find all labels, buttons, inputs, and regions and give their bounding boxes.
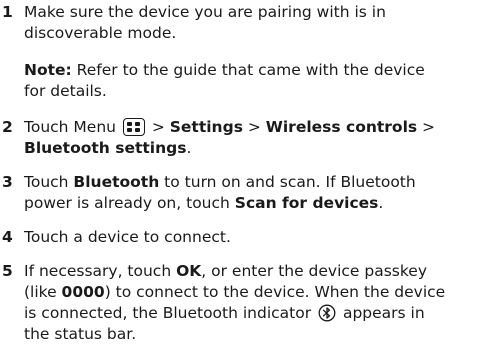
step-2-text-5: .	[186, 139, 192, 157]
step-2-text-1: Touch Menu	[24, 118, 121, 136]
step-number: 2	[2, 118, 13, 136]
step-5-text-6: appears in	[338, 304, 425, 322]
step-number: 5	[2, 262, 13, 280]
step-number: 4	[2, 228, 13, 246]
step-5: 5 If necessary, touch OK, or enter the d…	[0, 261, 478, 345]
instructions-document: 1 Make sure the device you are pairing w…	[0, 0, 483, 350]
step-5-text-3: (like	[24, 283, 62, 301]
step-5-text-5: is connected, the Bluetooth indicator	[24, 304, 317, 322]
step-4: 4 Touch a device to connect.	[0, 227, 478, 248]
step-3-text-4: .	[378, 194, 384, 212]
step-3-text-3: power is already on, touch	[24, 194, 235, 212]
bluetooth-label: Bluetooth	[73, 173, 160, 191]
note: Note: Refer to the guide that came with …	[0, 60, 478, 102]
step-number: 3	[2, 173, 13, 191]
step-number: 1	[2, 3, 13, 21]
step-1-line-2: discoverable mode.	[24, 24, 177, 42]
step-4-line-1: Touch a device to connect.	[24, 228, 231, 246]
step-5-text-1: If necessary, touch	[24, 262, 177, 280]
step-2-text-3: >	[242, 118, 266, 136]
step-5-text-4: ) to connect to the device. When the dev…	[104, 283, 446, 301]
step-3-text-2: to turn on and scan. If Bluetooth	[159, 173, 416, 191]
step-3: 3 Touch Bluetooth to turn on and scan. I…	[0, 172, 478, 214]
step-1-line-1: Make sure the device you are pairing wit…	[24, 3, 386, 21]
step-1: 1 Make sure the device you are pairing w…	[0, 2, 478, 44]
ok-label: OK	[176, 262, 202, 280]
menu-key-icon	[122, 118, 145, 136]
step-3-text-1: Touch	[24, 173, 74, 191]
step-5-text-2: , or enter the device passkey	[201, 262, 428, 280]
step-2-text-2: >	[146, 118, 170, 136]
bluetooth-settings-label: Bluetooth settings	[24, 139, 187, 157]
note-label: Note:	[24, 61, 72, 79]
step-5-text-7: the status bar.	[24, 325, 137, 343]
bluetooth-indicator-icon	[318, 304, 336, 322]
passkey-code: 0000	[61, 283, 105, 301]
scan-for-devices-label: Scan for devices	[234, 194, 379, 212]
note-text-1: Refer to the guide that came with the de…	[71, 61, 425, 79]
step-2: 2 Touch Menu > Settings > Wireless contr…	[0, 117, 478, 159]
settings-label: Settings	[169, 118, 243, 136]
note-text-2: for details.	[24, 82, 107, 100]
wireless-controls-label: Wireless controls	[265, 118, 418, 136]
step-2-text-4: >	[417, 118, 436, 136]
